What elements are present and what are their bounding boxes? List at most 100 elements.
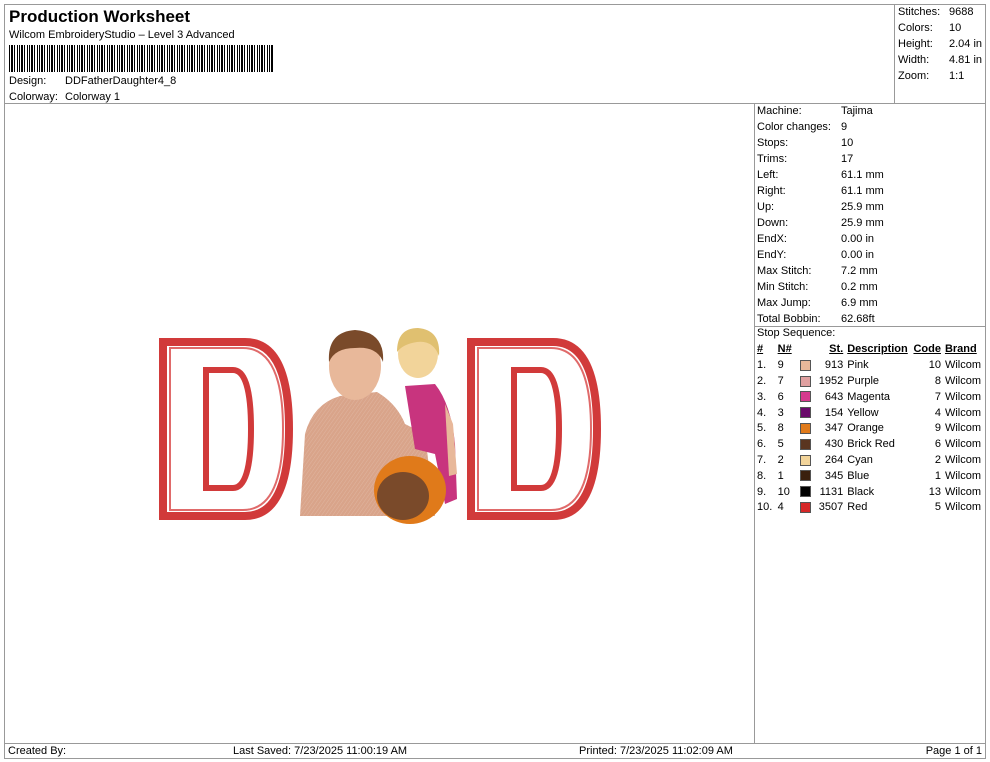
table-header-row: # N# St. Description Code Brand	[755, 342, 985, 358]
design-label: Design:	[9, 75, 47, 87]
info-right: Right: 61.1 mm	[757, 185, 884, 197]
row-stitches: 264	[824, 453, 844, 466]
info-max-jump: Max Jump: 6.9 mm	[757, 297, 878, 309]
design-preview	[4, 103, 755, 744]
row-code: 5	[934, 501, 941, 514]
row-code: 4	[934, 406, 941, 419]
row-needle: 1	[777, 469, 784, 482]
row-swatch	[798, 453, 815, 469]
info-min-stitch: Min Stitch: 0.2 mm	[757, 281, 878, 293]
letter-d-right	[467, 338, 602, 520]
row-index: 5.	[757, 422, 767, 435]
info-endy: EndY: 0.00 in	[757, 249, 875, 261]
row-description: Yellow	[847, 406, 879, 419]
row-stitches: 154	[824, 406, 844, 419]
col-code: Code	[913, 343, 941, 356]
summary-stats: Stitches: 9688 Colors: 10 Height: 2.04 in W…	[894, 4, 986, 104]
printed-date: Printed: 7/23/2025 11:02:09 AM	[579, 745, 733, 757]
color-swatch	[799, 454, 811, 466]
col-swatch	[798, 342, 815, 358]
row-needle: 10	[777, 485, 790, 498]
worksheet-header: Production Worksheet Wilcom EmbroiderySt…	[4, 4, 895, 104]
table-row: 7. 2 264 Cyan 2 Wilcom	[755, 453, 985, 469]
row-stitches: 643	[824, 390, 844, 403]
row-swatch	[798, 500, 815, 516]
row-stitches: 345	[824, 469, 844, 482]
row-code: 1	[934, 469, 941, 482]
table-row: 5. 8 347 Orange 9 Wilcom	[755, 421, 985, 437]
row-code: 7	[934, 390, 941, 403]
row-code: 8	[934, 374, 941, 387]
row-code: 13	[928, 485, 941, 498]
color-swatch	[799, 470, 811, 482]
row-description: Pink	[847, 359, 869, 372]
color-swatch	[799, 375, 811, 387]
row-index: 9.	[757, 485, 767, 498]
row-description: Red	[847, 501, 868, 514]
letter-d-left	[159, 338, 294, 520]
row-brand: Wilcom	[944, 485, 982, 498]
row-brand: Wilcom	[944, 374, 982, 387]
table-row: 9. 10 1131 Black 13 Wilcom	[755, 484, 985, 500]
machine-info-panel: Machine: Tajima Color changes: 9 Stops: 10 …	[754, 103, 986, 744]
info-color-changes: Color changes: 9	[757, 121, 848, 133]
row-needle: 4	[777, 501, 784, 514]
info-stops: Stops: 10	[757, 137, 854, 149]
stop-sequence-table: # N# St. Description Code Brand 1. 9 913 Pi…	[755, 342, 985, 516]
row-index: 10.	[757, 501, 773, 514]
colorway-value: Colorway 1	[65, 91, 121, 103]
footer: Created By: Last Saved: 7/23/2025 11:00:…	[4, 743, 986, 759]
row-code: 10	[928, 359, 941, 372]
row-index: 8.	[757, 469, 767, 482]
row-description: Cyan	[847, 453, 873, 466]
row-stitches: 430	[824, 438, 844, 451]
row-swatch	[798, 358, 815, 374]
row-brand: Wilcom	[944, 438, 982, 451]
row-needle: 8	[777, 422, 784, 435]
row-needle: 2	[777, 453, 784, 466]
info-trims: Trims: 17	[757, 153, 854, 165]
row-index: 2.	[757, 374, 767, 387]
page-title: Production Worksheet	[9, 7, 191, 26]
row-brand: Wilcom	[944, 406, 982, 419]
table-row: 2. 7 1952 Purple 8 Wilcom	[755, 374, 985, 390]
info-left: Left: 61.1 mm	[757, 169, 884, 181]
row-needle: 5	[777, 438, 784, 451]
row-description: Purple	[847, 374, 880, 387]
page-number: Page 1 of 1	[925, 745, 982, 757]
color-swatch	[799, 391, 811, 403]
row-needle: 7	[777, 374, 784, 387]
stop-sequence-title: Stop Sequence:	[757, 327, 836, 339]
row-brand: Wilcom	[944, 501, 982, 514]
row-needle: 9	[777, 359, 784, 372]
row-description: Blue	[847, 469, 870, 482]
row-code: 9	[934, 422, 941, 435]
row-stitches: 913	[824, 359, 844, 372]
color-swatch	[799, 422, 811, 434]
row-brand: Wilcom	[944, 422, 982, 435]
row-brand: Wilcom	[944, 469, 982, 482]
last-saved: Last Saved: 7/23/2025 11:00:19 AM	[233, 745, 408, 757]
row-stitches: 1131	[819, 485, 844, 498]
row-index: 3.	[757, 390, 767, 403]
table-row: 4. 3 154 Yellow 4 Wilcom	[755, 405, 985, 421]
row-description: Brick Red	[847, 438, 895, 451]
colorway-label: Colorway:	[9, 91, 58, 103]
row-description: Orange	[847, 422, 884, 435]
row-index: 4.	[757, 406, 767, 419]
design-value: DDFatherDaughter4_8	[65, 75, 177, 87]
row-description: Magenta	[847, 390, 891, 403]
embroidery-design-image	[159, 328, 602, 524]
info-max-stitch: Max Stitch: 7.2 mm	[757, 265, 878, 277]
col-stitches: St.	[829, 343, 844, 356]
row-index: 6.	[757, 438, 767, 451]
row-needle: 6	[777, 390, 784, 403]
row-swatch	[798, 437, 815, 453]
table-row: 8. 1 345 Blue 1 Wilcom	[755, 468, 985, 484]
row-brand: Wilcom	[944, 390, 982, 403]
color-swatch	[799, 501, 811, 513]
col-brand: Brand	[944, 343, 977, 356]
row-swatch	[798, 405, 815, 421]
row-stitches: 1952	[818, 374, 844, 387]
row-needle: 3	[777, 406, 784, 419]
